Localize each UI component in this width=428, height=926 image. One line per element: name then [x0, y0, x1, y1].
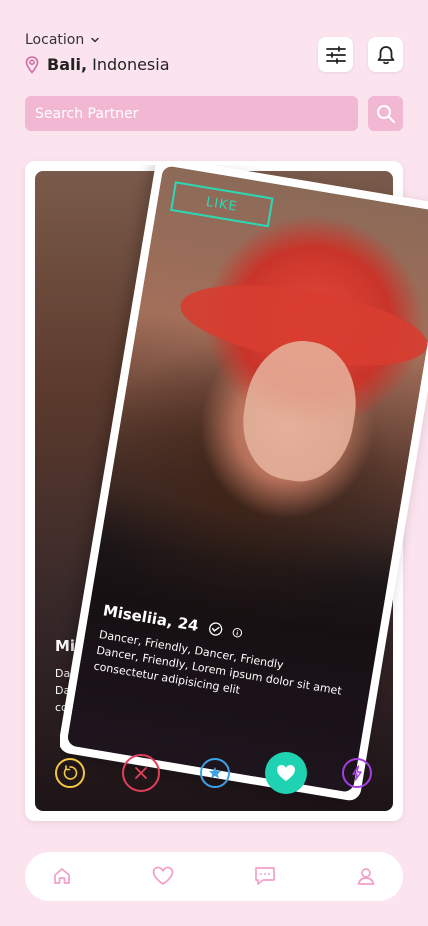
filter-sliders-icon — [325, 45, 346, 64]
rewind-button[interactable] — [55, 758, 85, 788]
chat-icon — [255, 867, 275, 885]
location-city: Bali, — [47, 55, 88, 74]
search-icon — [376, 104, 395, 123]
bell-icon — [377, 45, 394, 64]
notifications-button[interactable] — [368, 37, 403, 72]
profile-icon — [357, 868, 375, 885]
search-input[interactable] — [25, 96, 358, 131]
home-icon — [54, 868, 70, 884]
location-label: Location — [25, 32, 85, 48]
like-stamp: LIKE — [170, 181, 274, 228]
star-icon — [209, 767, 221, 779]
nav-messages[interactable] — [253, 864, 277, 888]
location-selector[interactable]: Location — [25, 32, 100, 48]
profile-photo: LIKE Miseliia, 24 Dancer, Friendly, Danc… — [66, 165, 428, 793]
front-profile-card[interactable]: LIKE Miseliia, 24 Dancer, Friendly, Danc… — [60, 165, 428, 803]
close-icon — [135, 767, 147, 779]
rewind-icon — [63, 765, 78, 780]
action-bar — [55, 752, 375, 794]
front-card-clip: LIKE Miseliia, 24 Dancer, Friendly, Danc… — [60, 165, 428, 810]
current-location: Bali, Indonesia — [25, 55, 170, 74]
verified-badge-icon — [208, 622, 222, 636]
super-like-button[interactable] — [200, 758, 230, 788]
like-button[interactable] — [265, 752, 307, 794]
map-pin-icon — [25, 55, 39, 74]
search-button[interactable] — [368, 96, 403, 131]
dislike-button[interactable] — [122, 754, 160, 792]
chevron-down-icon — [91, 37, 99, 43]
bottom-nav — [25, 852, 403, 901]
heart-icon — [277, 765, 295, 781]
nav-favorites[interactable] — [151, 864, 175, 888]
filter-button[interactable] — [318, 37, 353, 72]
boost-button[interactable] — [342, 758, 372, 788]
nav-home[interactable] — [50, 864, 74, 888]
info-icon[interactable] — [231, 627, 243, 639]
heart-icon — [152, 866, 174, 886]
bolt-icon — [352, 765, 362, 781]
nav-profile[interactable] — [354, 864, 378, 888]
location-country: Indonesia — [92, 55, 170, 74]
